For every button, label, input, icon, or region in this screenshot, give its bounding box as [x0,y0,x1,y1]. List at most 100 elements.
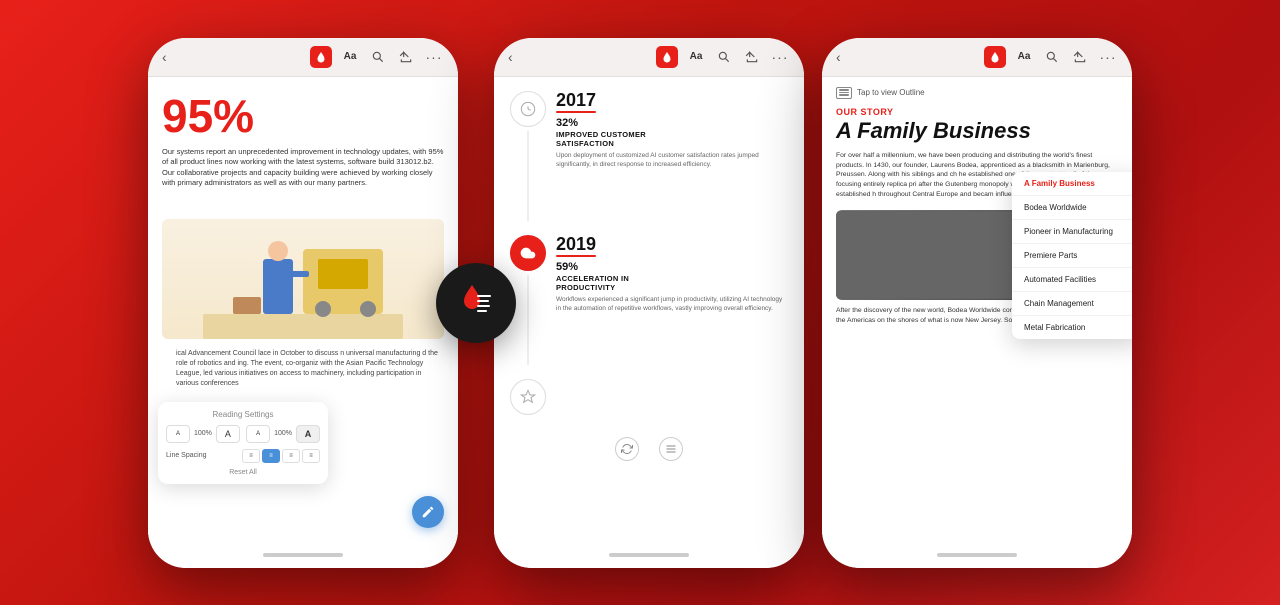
spacing-medium-btn[interactable]: ≡ [262,449,280,463]
phone2-nav-left: ‹ [508,49,513,65]
phone3-bottom-bar [822,542,1132,568]
fab-button[interactable] [412,496,444,528]
outline-line-3 [839,94,849,96]
line-spacing-row: Line Spacing ≡ ≡ ≡ ≡ [166,449,320,463]
phone1-nav-right: Aa ··· [310,46,444,68]
timeline-stat-label-2017: IMPROVED CUSTOMERSATISFACTION [556,130,788,148]
refresh-icon-btn[interactable] [615,437,639,461]
line-spacing-label: Line Spacing [166,452,206,459]
timeline-item-2019: 2019 59% ACCELERATION INPRODUCTIVITY Wor… [510,235,788,365]
timeline-circle-1 [510,91,546,127]
spacing-wide-icon: ≡ [289,453,293,459]
bold-large-btn[interactable]: A [296,425,320,443]
outline-item-bodea-worldwide[interactable]: Bodea Worldwide [1012,196,1132,220]
phone1-nav-left: ‹ [162,49,167,65]
font-large-btn[interactable]: A [216,425,240,443]
phone1-content: 95% Our systems report an unprecedented … [148,77,458,542]
font-size-percent: 100% [194,430,212,437]
phone3-nav-left: ‹ [836,49,841,65]
phone2-nav-right: Aa ··· [656,46,790,68]
font-size-controls: A 100% A [166,425,240,443]
phone3-more-icon[interactable]: ··· [1098,47,1118,67]
phone-3: ‹ Aa ··· Tap to view Outline OUR ST [822,38,1132,568]
timeline-circle-3 [510,379,546,415]
outline-item-pioneer[interactable]: Pioneer in Manufacturing [1012,220,1132,244]
phone2-font-icon[interactable]: Aa [686,47,706,67]
outline-item-automated[interactable]: Automated Facilities [1012,268,1132,292]
font-small-btn[interactable]: A [166,425,190,443]
story-title: A Family Business [836,119,1118,143]
phone3-top-bar: ‹ Aa ··· [822,38,1132,77]
phone3-search-icon[interactable] [1042,47,1062,67]
center-icon-overlay [436,263,516,343]
phone2-content: 2017 32% IMPROVED CUSTOMERSATISFACTION U… [494,77,804,542]
timeline-year-2017: 2017 [556,91,788,109]
timeline-stat-2019: 59% [556,261,788,273]
center-icon-circle [436,263,516,343]
phone1-top-bar: ‹ Aa ··· [148,38,458,77]
timeline-desc-2019: Workflows experienced a significant jump… [556,295,788,313]
phone3-droplet-icon-btn[interactable] [984,46,1006,68]
reset-all-btn[interactable]: Reset All [166,469,320,476]
phone1-stat-percent: 95% [162,93,444,139]
phone2-share-icon[interactable] [742,47,762,67]
timeline-item-2017: 2017 32% IMPROVED CUSTOMERSATISFACTION U… [510,91,788,221]
outline-item-premiere-parts[interactable]: Premiere Parts [1012,244,1132,268]
toc-icon [665,443,677,455]
phone3-font-icon[interactable]: Aa [1014,47,1034,67]
phone3-content: Tap to view Outline OUR STORY A Family B… [822,77,1132,542]
phone2-more-icon[interactable]: ··· [770,47,790,67]
phone1-back-button[interactable]: ‹ [162,49,167,65]
spacing-buttons: ≡ ≡ ≡ ≡ [242,449,320,463]
badge-icon [520,389,536,405]
bold-controls: A 100% A [246,425,320,443]
droplet-icon [315,51,327,63]
timeline-year-2019: 2019 [556,235,788,253]
timeline-stat-label-2019: ACCELERATION INPRODUCTIVITY [556,274,788,292]
illustration-svg [203,229,403,339]
phone1-bottom-bar [148,542,458,568]
phone2-back-button[interactable]: ‹ [508,49,513,65]
more-icon[interactable]: ··· [424,47,444,67]
outline-item-chain-management[interactable]: Chain Management [1012,292,1132,316]
spacing-tight-btn[interactable]: ≡ [242,449,260,463]
outline-item-metal[interactable]: Metal Fabrication [1012,316,1132,339]
phone2-droplet-icon [661,51,673,63]
phone2-bottom-controls [510,429,788,465]
font-icon[interactable]: Aa [340,47,360,67]
timeline-line-2 [527,275,529,365]
timeline-item-extra [510,379,788,415]
phone-2: ‹ Aa ··· [494,38,804,568]
phone2-search-icon[interactable] [714,47,734,67]
phone1-illustration [162,219,444,339]
spacing-xwide-btn[interactable]: ≡ [302,449,320,463]
phone3-back-button[interactable]: ‹ [836,49,841,65]
cloud-icon [520,245,536,261]
spacing-wide-btn[interactable]: ≡ [282,449,300,463]
outline-hint[interactable]: Tap to view Outline [836,87,1118,99]
share-icon[interactable] [396,47,416,67]
phone1-body-text: Our systems report an unprecedented impr… [162,147,444,189]
edit-icon [421,505,435,519]
reading-settings-panel: Reading Settings A 100% A A 100% A Line … [158,402,328,484]
bold-percent: 100% [274,430,292,437]
outline-list-icon [836,87,852,99]
outline-item-family-business[interactable]: A Family Business [1012,172,1132,196]
bold-small-btn[interactable]: A [246,425,270,443]
phone2-droplet-icon-btn[interactable] [656,46,678,68]
outline-line-2 [839,92,849,94]
table-of-contents-btn[interactable] [659,437,683,461]
refresh-icon [621,443,633,455]
phone-1: ‹ Aa ··· 95% Our systems report an unpre… [148,38,458,568]
search-icon[interactable] [368,47,388,67]
timeline-body-2019: 2019 59% ACCELERATION INPRODUCTIVITY Wor… [556,235,788,365]
droplet-icon-btn[interactable] [310,46,332,68]
reading-settings-font-row: A 100% A A 100% A [166,425,320,443]
spacing-xwide-icon: ≡ [309,453,313,459]
outline-hint-text: Tap to view Outline [857,88,925,97]
phone3-share-icon[interactable] [1070,47,1090,67]
spacing-medium-icon: ≡ [269,453,273,459]
timeline-year-line-2017 [556,111,596,114]
phone2-bottom-bar [494,542,804,568]
chart-icon [520,101,536,117]
